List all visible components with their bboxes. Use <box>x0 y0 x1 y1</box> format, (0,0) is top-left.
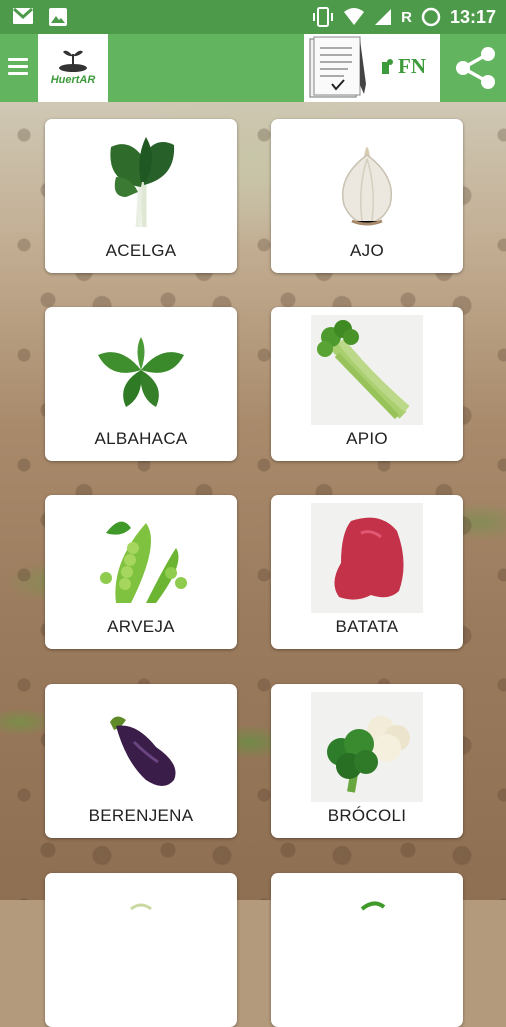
vegetable-card-ajo[interactable]: AJO <box>271 119 463 273</box>
fn-logo[interactable]: FN <box>304 34 440 102</box>
vegetable-card-batata[interactable]: BATATA <box>271 495 463 649</box>
vegetable-card-partial-left[interactable] <box>45 873 237 1027</box>
vegetable-label: ALBAHACA <box>94 429 188 448</box>
vegetable-card-acelga[interactable]: ACELGA <box>45 119 237 273</box>
vegetable-card-arveja[interactable]: ARVEJA <box>45 495 237 649</box>
fn-label: FN <box>398 54 426 78</box>
vegetable-icon <box>130 903 152 911</box>
eggplant-icon <box>110 716 176 786</box>
vegetable-label: ARVEJA <box>107 617 175 636</box>
wifi-icon <box>344 8 365 25</box>
network-letter: R <box>401 8 412 26</box>
vegetable-label: BATATA <box>335 617 399 636</box>
sprout-icon <box>59 50 87 72</box>
basil-icon <box>98 337 184 407</box>
vegetable-label: BERENJENA <box>88 806 194 825</box>
signal-icon <box>375 9 392 25</box>
gmail-icon <box>13 7 33 24</box>
garlic-icon <box>342 147 392 226</box>
sync-icon <box>421 7 441 27</box>
share-icon[interactable] <box>450 42 502 94</box>
sweet-potato-icon <box>311 503 423 613</box>
document-icon <box>309 36 366 98</box>
vegetable-label: ACELGA <box>105 241 177 260</box>
vegetable-card-albahaca[interactable]: ALBAHACA <box>45 307 237 461</box>
gallery-icon <box>49 8 67 26</box>
app-bar: HuertAR FN <box>0 34 506 102</box>
broccoli-icon <box>311 692 423 802</box>
menu-icon[interactable] <box>8 54 30 82</box>
vegetable-card-berenjena[interactable]: BERENJENA <box>45 684 237 838</box>
vegetable-label: AJO <box>350 241 384 260</box>
status-bar: R 13:17 <box>0 0 506 34</box>
vegetable-card-partial-right[interactable] <box>271 873 463 1027</box>
vegetable-label: BRÓCOLI <box>327 806 407 825</box>
vegetable-card-apio[interactable]: APIO <box>271 307 463 461</box>
fn-mark-icon <box>382 59 393 74</box>
chard-icon <box>110 137 175 228</box>
logo-text: HuertAR <box>50 74 96 86</box>
vegetable-label: APIO <box>346 429 388 448</box>
vegetable-card-brocoli[interactable]: BRÓCOLI <box>271 684 463 838</box>
vegetable-grid: ACELGA AJO ALBAHACA APIO ARVEJA BATATA B… <box>0 102 506 1027</box>
vibrate-icon <box>313 7 334 27</box>
celery-icon <box>311 315 423 425</box>
vegetable-icon <box>360 901 386 911</box>
app-logo: HuertAR <box>38 34 108 102</box>
pea-icon <box>100 521 187 603</box>
clock: 13:17 <box>449 6 496 27</box>
